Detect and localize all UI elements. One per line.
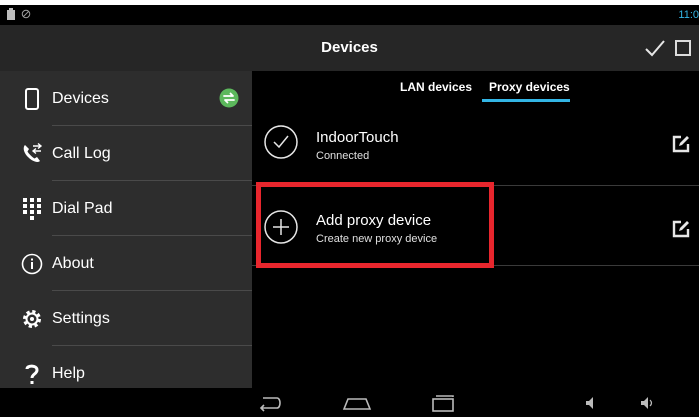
- device-row-indoortouch[interactable]: IndoorTouch Connected: [252, 111, 699, 186]
- device-name: IndoorTouch: [316, 129, 399, 146]
- phone-icon: [20, 87, 44, 111]
- volume-up-icon[interactable]: [640, 393, 654, 413]
- tab-proxy-devices[interactable]: Proxy devices: [489, 80, 570, 94]
- edit-icon[interactable]: [672, 135, 690, 153]
- tab-selected-indicator: [482, 99, 570, 102]
- select-all-checkbox-icon[interactable]: [675, 40, 691, 56]
- action-bar: Devices: [0, 25, 699, 71]
- recent-apps-icon[interactable]: [430, 393, 456, 413]
- status-bar: 11:0: [0, 5, 699, 25]
- battery-icon: [7, 8, 15, 20]
- no-signal-icon: [21, 9, 31, 19]
- gear-icon: [20, 307, 44, 331]
- sidebar-item-about[interactable]: About: [0, 236, 252, 291]
- page-title: Devices: [321, 39, 378, 56]
- device-status: Connected: [316, 150, 370, 162]
- tab-bar: LAN devices Proxy devices: [252, 71, 699, 102]
- clock: 11:0: [678, 9, 699, 21]
- home-icon[interactable]: [342, 393, 372, 413]
- sidebar-item-devices[interactable]: Devices: [0, 71, 252, 126]
- sidebar-item-settings[interactable]: Settings: [0, 291, 252, 346]
- back-icon[interactable]: [257, 393, 283, 413]
- call-log-icon: [20, 142, 44, 166]
- sidebar-item-label: Help: [52, 364, 85, 382]
- sidebar-item-label: Dial Pad: [52, 199, 113, 217]
- navigation-bar: [0, 388, 699, 417]
- sidebar: Devices Call Log Dial Pad About Settings…: [0, 71, 252, 388]
- check-icon[interactable]: [644, 36, 666, 60]
- sidebar-item-call-log[interactable]: Call Log: [0, 126, 252, 181]
- sidebar-item-label: Call Log: [52, 144, 111, 162]
- volume-down-icon[interactable]: [584, 393, 596, 413]
- sidebar-item-label: About: [52, 254, 94, 272]
- sync-icon[interactable]: [219, 88, 239, 108]
- edit-icon[interactable]: [672, 220, 690, 238]
- sidebar-item-label: Devices: [52, 89, 109, 107]
- highlight-annotation: [256, 182, 494, 268]
- info-icon: [20, 252, 44, 276]
- sidebar-item-dial-pad[interactable]: Dial Pad: [0, 181, 252, 236]
- dialpad-icon: [20, 197, 44, 221]
- check-circle-icon: [264, 125, 298, 159]
- sidebar-item-label: Settings: [52, 309, 110, 327]
- tab-lan-devices[interactable]: LAN devices: [400, 80, 472, 94]
- question-icon: [20, 362, 44, 386]
